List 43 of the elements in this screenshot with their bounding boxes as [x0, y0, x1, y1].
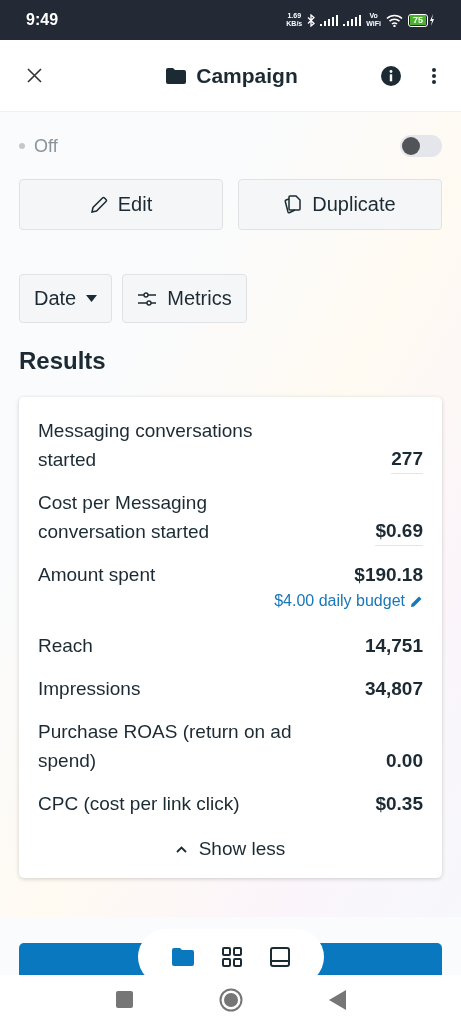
metric-label: Impressions	[38, 677, 142, 701]
metric-label: Purchase ROAS (return on ad spend)	[38, 720, 293, 773]
pencil-icon	[410, 594, 423, 608]
duplicate-button[interactable]: Duplicate	[238, 179, 442, 230]
metrics-button[interactable]: Metrics	[122, 274, 247, 323]
page-title: Campaign	[196, 63, 298, 88]
battery-indicator: 75	[408, 13, 435, 27]
sliders-icon	[137, 291, 158, 306]
metric-value: 0.00	[386, 749, 423, 773]
date-dropdown[interactable]: Date	[19, 274, 113, 323]
pencil-icon	[89, 195, 108, 214]
more-button[interactable]	[431, 66, 437, 85]
copy-icon	[284, 195, 303, 214]
recents-button[interactable]	[115, 991, 133, 1008]
campaign-toggle[interactable]	[400, 135, 442, 157]
info-button[interactable]	[381, 65, 401, 86]
metric-value: $190.18	[354, 563, 423, 587]
metric-label: Amount spent	[38, 563, 157, 587]
metric-value: 277	[391, 444, 423, 474]
signal-icon	[343, 14, 362, 26]
show-less-button[interactable]: Show less	[167, 834, 294, 864]
bluetooth-icon	[307, 13, 316, 27]
signal-icon	[320, 14, 339, 26]
metric-label: Cost per Messaging conversation started	[38, 491, 211, 544]
metric-value: 34,807	[364, 677, 423, 701]
clock: 9:49	[26, 11, 59, 29]
wifi-icon	[386, 13, 403, 27]
chevron-up-icon	[175, 845, 187, 853]
metric-label: Reach	[38, 634, 94, 658]
home-button[interactable]	[218, 987, 243, 1012]
metric-value: 14,751	[364, 634, 423, 658]
section-title: Results	[19, 346, 107, 376]
budget-link[interactable]: $4.00 daily budget	[274, 592, 423, 610]
status-label: Off	[34, 135, 58, 157]
metric-label: CPC (cost per link click)	[38, 792, 241, 816]
caret-icon	[86, 295, 98, 302]
folder-icon	[166, 67, 187, 84]
edit-button[interactable]: Edit	[19, 179, 223, 230]
close-button[interactable]	[26, 67, 43, 84]
metric-label: Messaging conversations started	[38, 419, 254, 472]
metric-value: $0.35	[375, 792, 423, 816]
metric-value: $0.69	[375, 516, 423, 546]
back-button[interactable]	[328, 989, 346, 1010]
